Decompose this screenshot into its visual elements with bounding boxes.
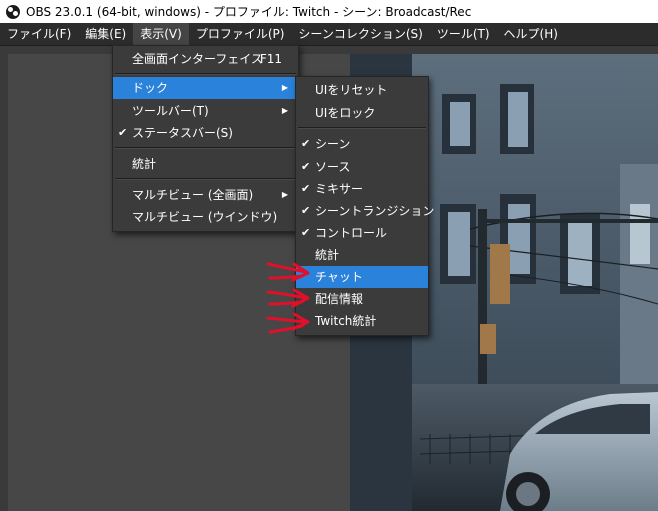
menu-item-dock-controls[interactable]: ✔ コントロール — [296, 222, 428, 244]
submenu-arrow-icon: ▶ — [281, 190, 288, 199]
menu-scene-collection[interactable]: シーンコレクション(S) — [291, 23, 429, 45]
checkmark-icon: ✔ — [301, 204, 311, 217]
menu-separator — [115, 178, 296, 180]
menu-item-dock-scene-transitions[interactable]: ✔ シーントランジション — [296, 200, 434, 222]
menu-profile[interactable]: プロファイル(P) — [189, 23, 292, 45]
menu-item-dock-scenes[interactable]: ✔ シーン — [296, 133, 428, 155]
arrow-stream-info-icon — [266, 288, 310, 308]
menu-item-dock-sources[interactable]: ✔ ソース — [296, 156, 428, 178]
menu-separator — [115, 73, 296, 75]
menu-item-stats[interactable]: 統計 — [113, 153, 298, 175]
checkmark-icon: ✔ — [301, 137, 311, 150]
menu-item-dock-mixer[interactable]: ✔ ミキサー — [296, 178, 428, 200]
menu-help[interactable]: ヘルプ(H) — [497, 23, 565, 45]
arrow-chat-icon — [266, 262, 310, 282]
submenu-arrow-icon: ▶ — [281, 106, 288, 115]
menu-item-toolbar[interactable]: ツールバー(T) ▶ — [113, 100, 298, 122]
menu-separator — [115, 147, 296, 149]
menu-view[interactable]: 表示(V) — [133, 23, 189, 45]
title-bar: OBS 23.0.1 (64-bit, windows) - プロファイル: T… — [0, 0, 658, 23]
checkmark-icon: ✔ — [301, 160, 311, 173]
menu-file[interactable]: ファイル(F) — [0, 23, 78, 45]
menu-item-multiview-window[interactable]: マルチビュー (ウインドウ) — [113, 206, 298, 228]
checkmark-icon: ✔ — [118, 126, 128, 139]
submenu-arrow-icon: ▶ — [281, 83, 288, 92]
menu-separator — [298, 127, 426, 129]
arrow-twitch-stats-icon — [266, 312, 310, 334]
menu-edit[interactable]: 編集(E) — [78, 23, 133, 45]
menu-item-multiview-fullscreen[interactable]: マルチビュー (全画面) ▶ — [113, 184, 298, 206]
menu-item-dock[interactable]: ドック ▶ — [113, 77, 298, 99]
view-menu: 全画面インターフェイス F11 ドック ▶ ツールバー(T) ▶ ✔ ステータス… — [112, 45, 299, 232]
checkmark-icon: ✔ — [301, 182, 311, 195]
menu-item-lock-ui[interactable]: UIをロック — [296, 102, 428, 124]
checkmark-icon: ✔ — [301, 226, 311, 239]
menu-tools[interactable]: ツール(T) — [430, 23, 497, 45]
menu-bar: ファイル(F) 編集(E) 表示(V) プロファイル(P) シーンコレクション(… — [0, 23, 658, 46]
menu-item-fullscreen-interface[interactable]: 全画面インターフェイス F11 — [113, 48, 298, 70]
annotation-arrows — [266, 262, 310, 334]
obs-logo-icon — [6, 4, 20, 19]
menu-item-statusbar[interactable]: ✔ ステータスバー(S) — [113, 122, 298, 144]
window-title: OBS 23.0.1 (64-bit, windows) - プロファイル: T… — [26, 5, 472, 19]
menu-item-reset-ui[interactable]: UIをリセット — [296, 79, 428, 101]
